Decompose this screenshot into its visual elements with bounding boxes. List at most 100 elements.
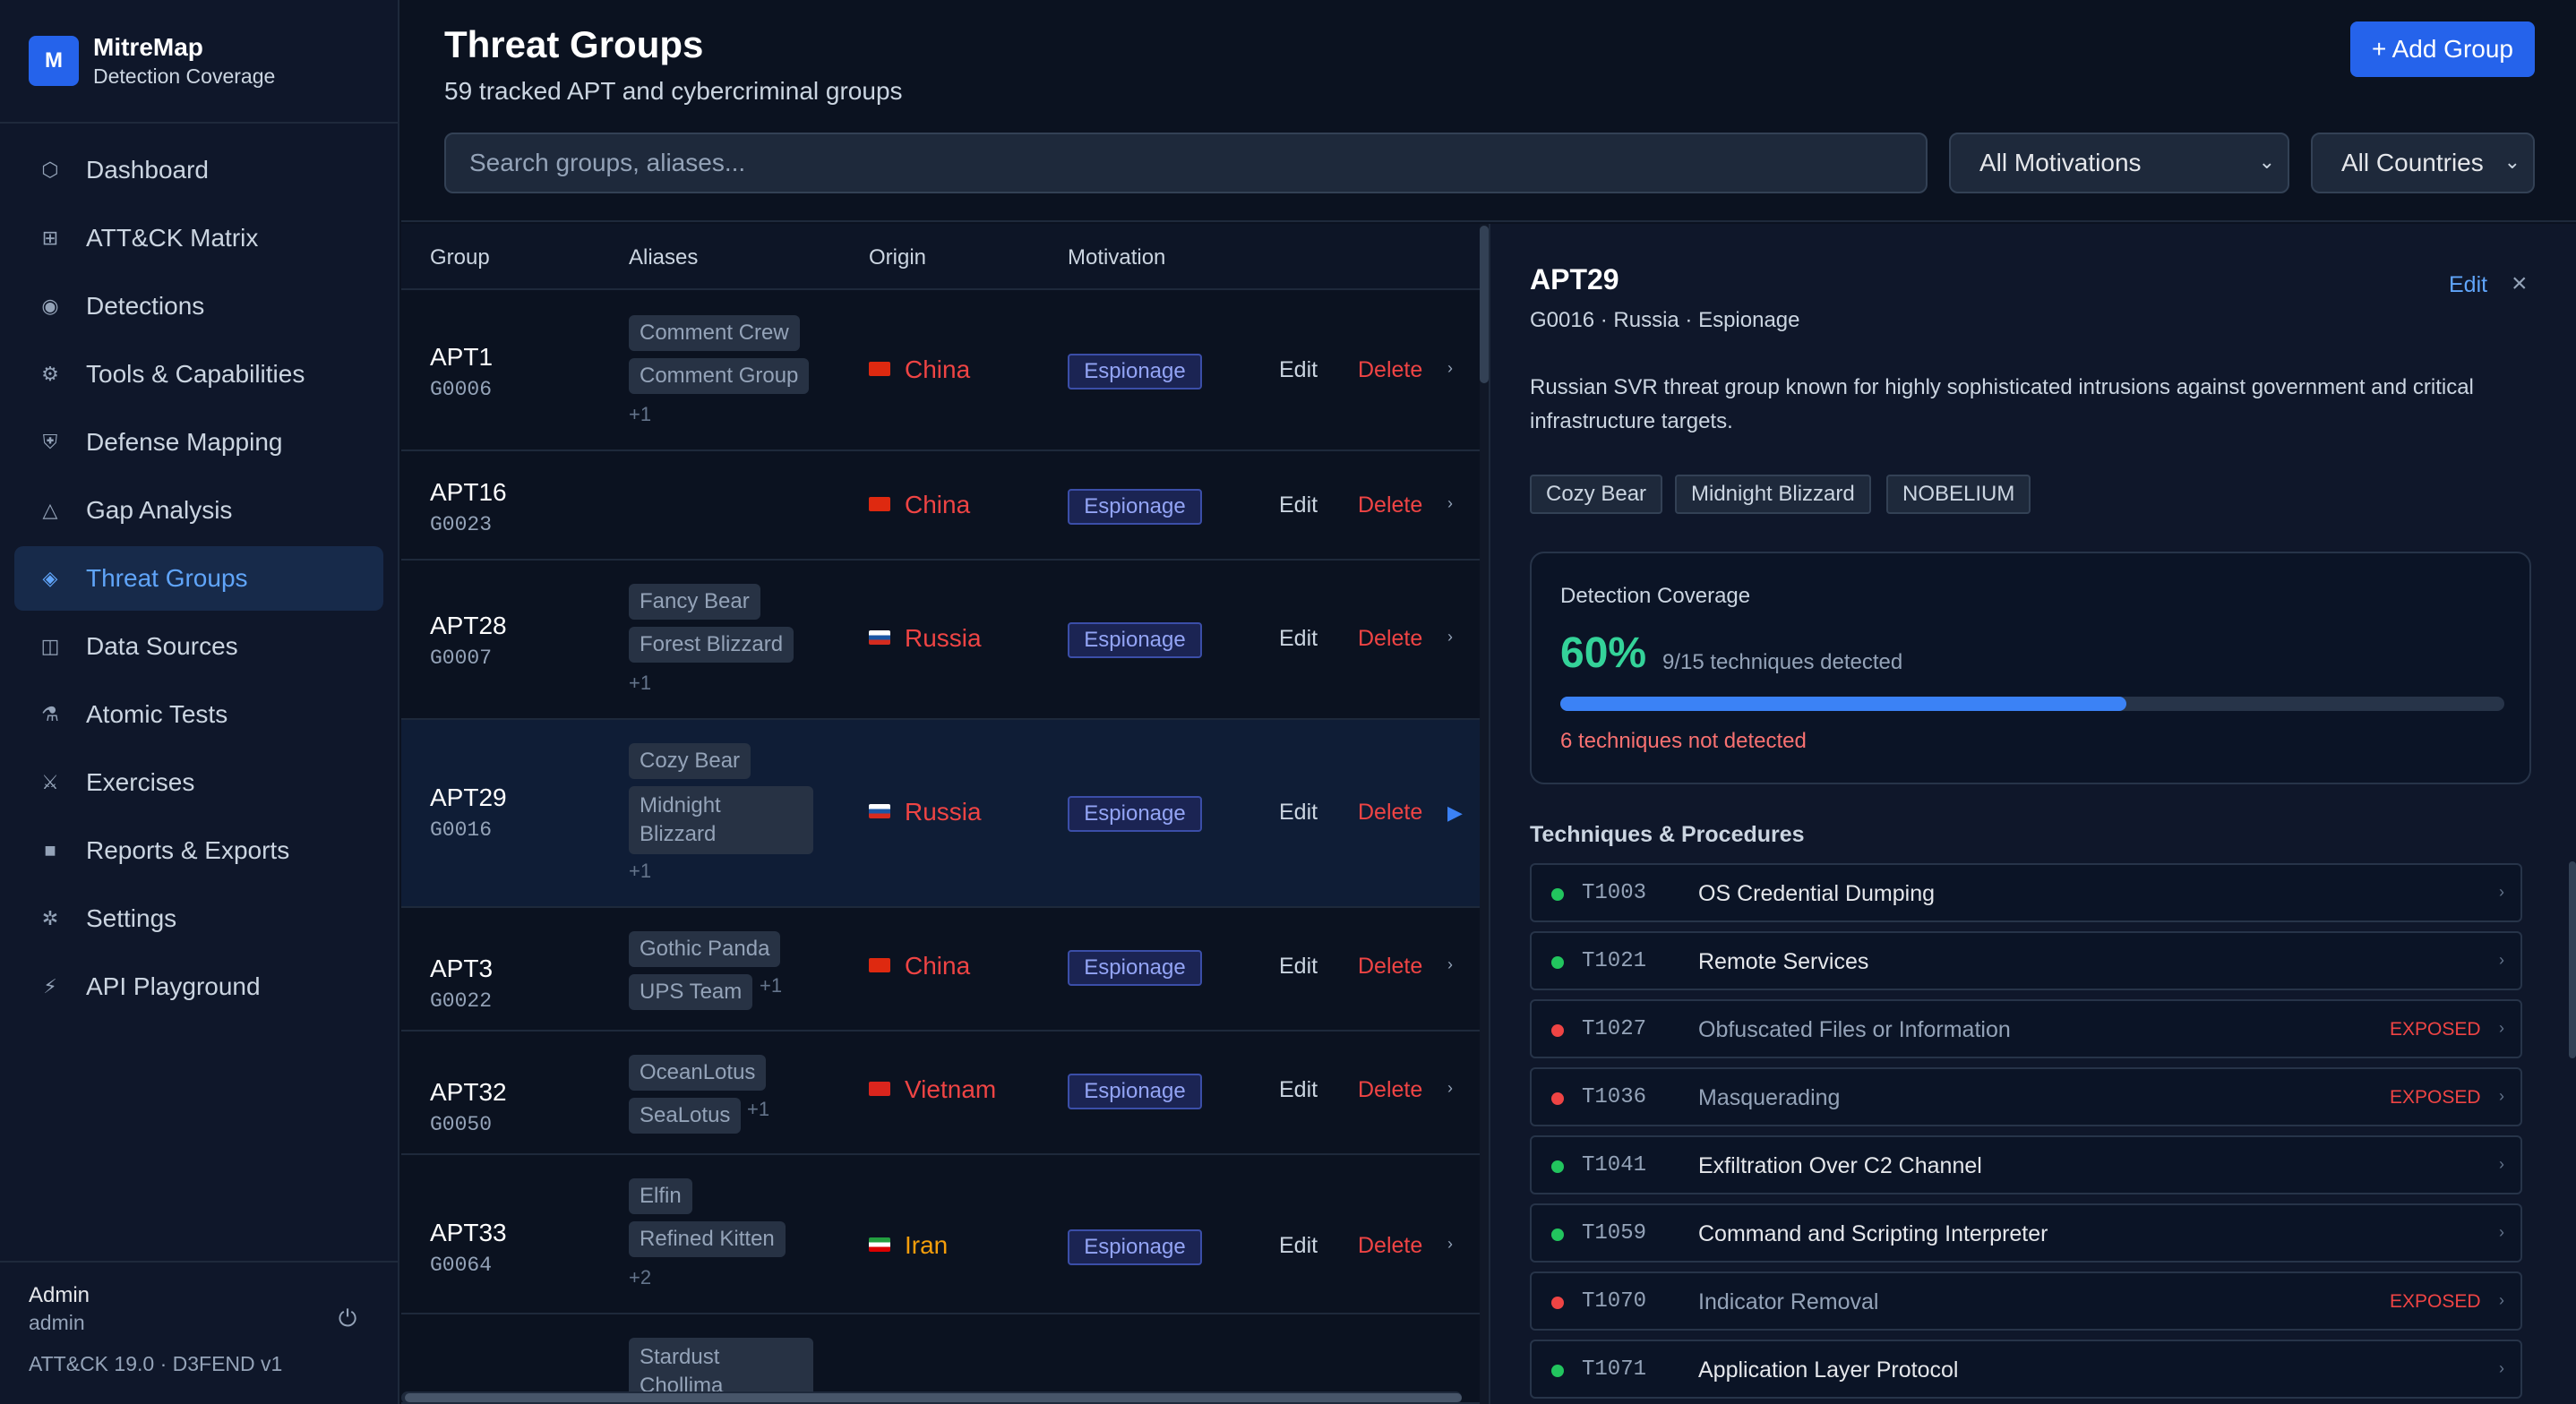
sidebar-item-atomic-tests[interactable]: ⚗ Atomic Tests [14, 682, 383, 747]
detail-title: APT29 [1530, 263, 1619, 295]
group-id: G0023 [430, 513, 493, 536]
status-dot-detected [1551, 888, 1564, 901]
sidebar-item-label: Tools & Capabilities [86, 360, 305, 388]
country-filter-select[interactable]: All Countries ⌄ [2311, 133, 2535, 193]
power-icon[interactable]: ⏻ [331, 1302, 364, 1334]
motivation-badge: Espionage [1068, 1074, 1202, 1109]
technique-row[interactable]: T1021 Remote Services › [1530, 931, 2522, 990]
column-header-aliases[interactable]: Aliases [629, 245, 698, 270]
column-header-motivation[interactable]: Motivation [1068, 245, 1165, 270]
chevron-down-icon: ⌄ [2258, 150, 2275, 173]
sidebar-item-label: Detections [86, 292, 205, 320]
chevron-right-icon[interactable]: › [1447, 494, 1453, 513]
alias-tag-line: Midnight [640, 793, 721, 818]
coverage-percent: 60% [1560, 629, 1647, 677]
table-row[interactable]: APT3 G0022 Gothic Panda UPS Team +1 China Espi… [401, 908, 1480, 1032]
chevron-right-icon: › [2499, 1019, 2504, 1037]
technique-name: Indicator Removal [1698, 1289, 1879, 1314]
table-row[interactable]: APT28 G0007 Fancy Bear Forest Blizzard +1 Rus… [401, 561, 1480, 720]
sidebar-item-label: Exercises [86, 768, 195, 796]
sidebar-item-gap-analysis[interactable]: △ Gap Analysis [14, 478, 383, 543]
sidebar-item-settings[interactable]: ✲ Settings [14, 886, 383, 951]
sidebar-item-api-playground[interactable]: ⚡ API Playground [14, 955, 383, 1019]
table-horizontal-scrollbar-thumb[interactable] [405, 1393, 1462, 1402]
chevron-right-icon: › [2499, 883, 2504, 901]
status-dot-detected [1551, 1365, 1564, 1377]
add-group-button[interactable]: + Add Group [2349, 21, 2535, 77]
row-edit-button[interactable]: Edit [1279, 1077, 1318, 1103]
technique-row[interactable]: T1059 Command and Scripting Interpreter › [1530, 1203, 2522, 1263]
alias-tag: Cozy Bear [629, 743, 751, 779]
motivation-badge: Espionage [1068, 354, 1202, 390]
alias-tag: SeaLotus [629, 1098, 742, 1134]
table-scrollbar-track[interactable] [1480, 224, 1489, 1404]
sidebar-item-data-sources[interactable]: ◫ Data Sources [14, 614, 383, 679]
row-edit-button[interactable]: Edit [1279, 492, 1318, 518]
group-id: G0064 [430, 1254, 493, 1277]
group-name: APT3 [430, 955, 494, 982]
sidebar-item-exercises[interactable]: ⚔ Exercises [14, 750, 383, 815]
alias-tag: Midnight Blizzard [629, 786, 813, 854]
sidebar-item-tools-capabilities[interactable]: ⚙ Tools & Capabilities [14, 342, 383, 407]
row-edit-button[interactable]: Edit [1279, 1233, 1318, 1259]
row-edit-button[interactable]: Edit [1279, 954, 1318, 980]
chevron-right-icon[interactable]: › [1447, 955, 1453, 974]
chevron-right-icon[interactable]: › [1447, 628, 1453, 646]
row-delete-button[interactable]: Delete [1358, 800, 1422, 826]
close-icon[interactable]: × [2512, 269, 2528, 299]
play-icon[interactable]: ▶ [1447, 801, 1463, 825]
search-input[interactable] [444, 133, 1928, 193]
chevron-right-icon: › [2499, 1291, 2504, 1309]
status-dot-exposed [1551, 1297, 1564, 1309]
row-delete-button[interactable]: Delete [1358, 357, 1422, 383]
technique-row[interactable]: T1036 Masquerading EXPOSED › [1530, 1067, 2522, 1126]
row-edit-button[interactable]: Edit [1279, 626, 1318, 652]
chevron-right-icon[interactable]: › [1447, 359, 1453, 378]
technique-row[interactable]: T1041 Exfiltration Over C2 Channel › [1530, 1135, 2522, 1194]
motivation-filter-select[interactable]: All Motivations ⌄ [1949, 133, 2289, 193]
sidebar-item-reports-exports[interactable]: ■ Reports & Exports [14, 818, 383, 883]
sidebar-item-threat-groups[interactable]: ◈ Threat Groups [14, 546, 383, 611]
sidebar-item-att-ck-matrix[interactable]: ⊞ ATT&CK Matrix [14, 206, 383, 270]
row-delete-button[interactable]: Delete [1358, 626, 1422, 652]
column-header-origin[interactable]: Origin [869, 245, 926, 270]
flag-icon [869, 496, 890, 511]
flag-icon [869, 1081, 890, 1096]
technique-row[interactable]: T1071 Application Layer Protocol › [1530, 1340, 2522, 1399]
row-delete-button[interactable]: Delete [1358, 954, 1422, 980]
table-row[interactable]: APT16 G0023 China Espionage Edit Delete › [401, 451, 1480, 561]
table-scrollbar-thumb[interactable] [1480, 226, 1489, 383]
technique-row[interactable]: T1003 OS Credential Dumping › [1530, 863, 2522, 922]
table-row[interactable]: APT32 G0050 OceanLotus SeaLotus +1 Vietnam Esp… [401, 1032, 1480, 1155]
motivation-filter-value: All Motivations [1979, 149, 2142, 176]
technique-row[interactable]: T1070 Indicator Removal EXPOSED › [1530, 1271, 2522, 1331]
technique-row[interactable]: T1027 Obfuscated Files or Information EXPO… [1530, 999, 2522, 1058]
chevron-right-icon: › [2499, 1359, 2504, 1377]
group-name: APT29 [430, 783, 507, 811]
chevron-right-icon[interactable]: › [1447, 1235, 1453, 1254]
columns-icon: ◫ [40, 635, 60, 657]
table-row[interactable]: Stardust Chollima [401, 1314, 1480, 1404]
row-edit-button[interactable]: Edit [1279, 357, 1318, 383]
status-dot-exposed [1551, 1092, 1564, 1105]
detail-edit-button[interactable]: Edit [2449, 272, 2487, 298]
chevron-right-icon: › [2499, 951, 2504, 969]
sidebar-item-dashboard[interactable]: ⬡ Dashboard [14, 138, 383, 202]
table-row[interactable]: APT29 G0016 Cozy Bear Midnight Blizzard +1 Rus… [401, 720, 1480, 908]
sidebar-item-detections[interactable]: ◉ Detections [14, 274, 383, 338]
row-delete-button[interactable]: Delete [1358, 1077, 1422, 1103]
row-edit-button[interactable]: Edit [1279, 800, 1318, 826]
table-row[interactable]: APT1 G0006 Comment Crew Comment Group +1 Chin… [401, 292, 1480, 451]
sidebar-item-defense-mapping[interactable]: ⛨ Defense Mapping [14, 410, 383, 475]
chevron-right-icon[interactable]: › [1447, 1079, 1453, 1098]
row-delete-button[interactable]: Delete [1358, 1233, 1422, 1259]
table-row[interactable]: APT33 G0064 Elfin Refined Kitten +2 Iran Espio… [401, 1155, 1480, 1314]
chevron-right-icon: › [2499, 1087, 2504, 1105]
technique-id: T1070 [1582, 1289, 1647, 1314]
detail-scrollbar-thumb[interactable] [2569, 861, 2576, 1058]
technique-name: Obfuscated Files or Information [1698, 1017, 2011, 1042]
column-header-group[interactable]: Group [430, 245, 490, 270]
origin-country: Russia [905, 624, 982, 652]
group-id: G0022 [430, 989, 493, 1013]
row-delete-button[interactable]: Delete [1358, 492, 1422, 518]
